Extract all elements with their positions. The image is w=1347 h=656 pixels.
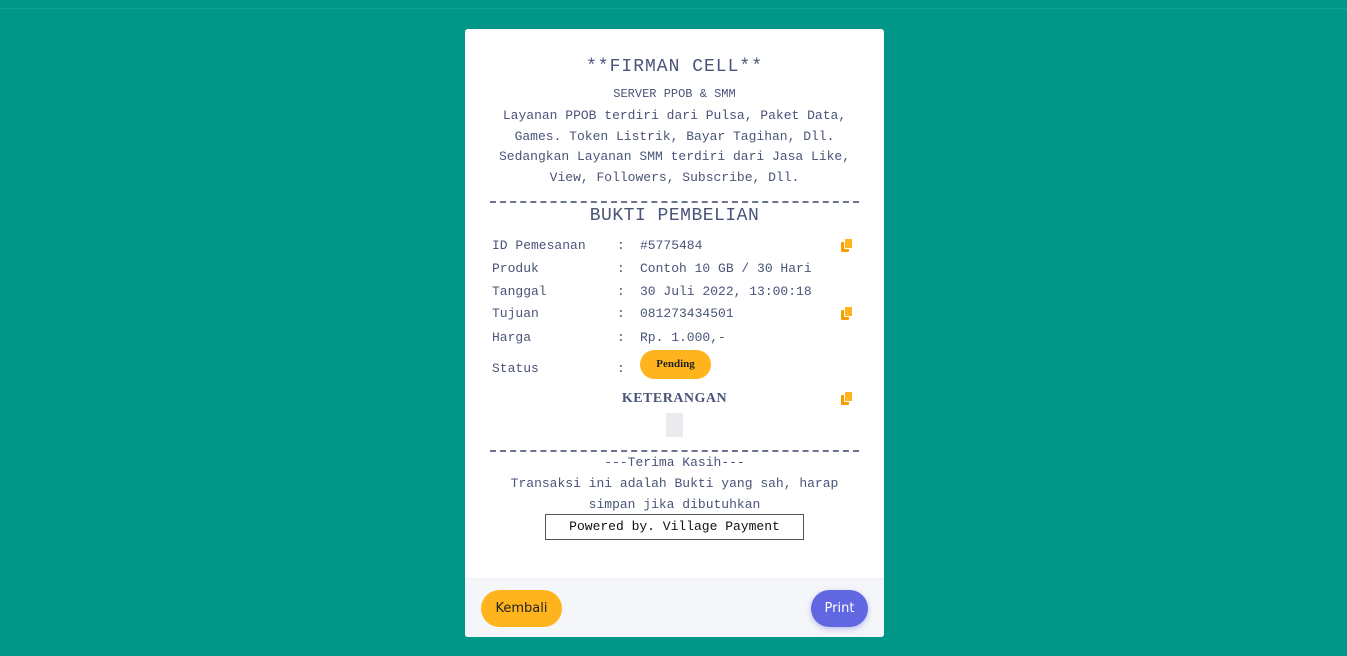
keterangan-title: KETERANGAN (621, 391, 728, 406)
shop-description: Layanan PPOB terdiri dari Pulsa, Paket D… (498, 108, 851, 185)
row-label: ID Pemesanan (492, 238, 586, 253)
receipt-title: BUKTI PEMBELIAN (589, 206, 760, 226)
row-label: Status (492, 361, 539, 376)
row-separator: : (617, 330, 625, 345)
row-tanggal: Tanggal : 30 Juli 2022, 13:00:18 (492, 284, 857, 304)
keterangan-box (666, 413, 683, 437)
row-label: Tanggal (492, 284, 547, 299)
back-button[interactable]: Kembali (481, 590, 562, 627)
product-value: Contoh 10 GB / 30 Hari (640, 261, 812, 276)
row-separator: : (617, 238, 625, 253)
shop-subtitle: SERVER PPOB & SMM (613, 87, 736, 101)
shop-name: **FIRMAN CELL** (585, 57, 764, 77)
thanks-text: ---Terima Kasih--- (604, 455, 745, 470)
row-label: Tujuan (492, 306, 539, 321)
row-tujuan: Tujuan : 081273434501 (492, 306, 857, 326)
card-footer: Kembali Print (465, 578, 884, 637)
status-badge: Pending (640, 350, 711, 379)
row-produk: Produk : Contoh 10 GB / 30 Hari (492, 261, 857, 281)
row-status: Status : Pending (492, 350, 857, 381)
copy-icon[interactable] (840, 391, 854, 405)
copy-icon[interactable] (840, 238, 854, 252)
validity-note: Transaksi ini adalah Bukti yang sah, har… (510, 476, 839, 512)
row-label: Produk (492, 261, 539, 276)
order-id-value: #5775484 (640, 238, 703, 253)
top-divider (0, 8, 1347, 9)
print-button[interactable]: Print (811, 590, 868, 627)
date-value: 30 Juli 2022, 13:00:18 (640, 284, 812, 299)
row-separator: : (617, 361, 625, 376)
powered-by-box: Powered by. Village Payment (545, 514, 804, 540)
price-value: Rp. 1.000,- (640, 330, 726, 345)
row-label: Harga (492, 330, 532, 345)
dashed-divider (490, 450, 859, 452)
row-id-pemesanan: ID Pemesanan : #5775484 (492, 238, 857, 258)
row-separator: : (617, 306, 625, 321)
receipt-card: **FIRMAN CELL** SERVER PPOB & SMM Layana… (465, 29, 884, 637)
row-separator: : (617, 261, 625, 276)
row-harga: Harga : Rp. 1.000,- (492, 330, 857, 350)
row-separator: : (617, 284, 625, 299)
destination-value: 081273434501 (640, 306, 734, 321)
dashed-divider (490, 201, 859, 203)
copy-icon[interactable] (840, 306, 854, 320)
